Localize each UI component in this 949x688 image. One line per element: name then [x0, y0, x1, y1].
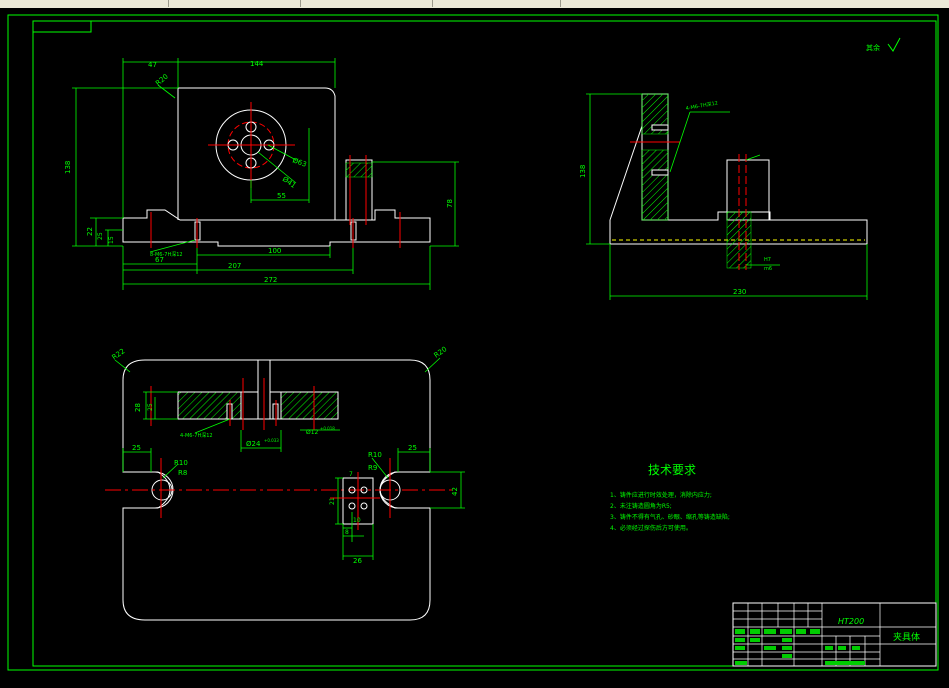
top-dim-phi24: Ø24	[246, 440, 261, 448]
toolbar-segment[interactable]	[302, 0, 433, 7]
tech-requirements-title: 技术要求	[648, 463, 696, 477]
cad-drawing-canvas[interactable]: 47 144 R20 138 78 22 25 15 Ø63 Ø41 55 10…	[0, 8, 949, 688]
dim-100: 100	[268, 247, 281, 255]
tech-requirement-item: 2、未注铸造圆角为R5;	[610, 502, 672, 510]
tech-requirement-item: 3、铸件不得有气孔、砂眼、缩孔等铸造缺陷;	[610, 513, 730, 521]
top-dim-r8: R8	[178, 469, 187, 477]
side-dim-138: 138	[579, 165, 587, 178]
dim-144: 144	[250, 60, 264, 68]
toolbar-segment[interactable]	[0, 0, 169, 7]
tech-requirement-item: 4、必须经过探伤后方可使用。	[610, 524, 692, 532]
dim-138: 138	[64, 161, 72, 174]
top-dim-r10-right: R10	[368, 451, 382, 459]
title-block: HT200 夹具体	[732, 602, 937, 667]
dim-phi41: Ø41	[281, 175, 297, 190]
sheet-frame	[7, 14, 939, 671]
dim-55: 55	[277, 192, 286, 200]
roughness-label: 其余	[866, 43, 880, 52]
side-fit-h7: H7	[764, 257, 771, 263]
top-dim-42: 42	[451, 487, 459, 496]
side-screw-note: 4-M6-7H深12	[685, 99, 718, 112]
dim-r20: R20	[154, 73, 170, 88]
top-dim-phi24-tol: +0.033	[264, 438, 279, 443]
front-view: 47 144 R20 138 78 22 25 15 Ø63 Ø41 55 10…	[64, 58, 459, 290]
tech-requirement-item: 1、铸件应进行时效处理，消除内应力;	[610, 491, 712, 499]
dim-272: 272	[264, 276, 277, 284]
title-block-material: HT200	[838, 617, 864, 626]
side-dim-230: 230	[733, 288, 746, 296]
side-view: 138 230 4-M6-7H深12 H7 m6	[579, 93, 868, 300]
top-dim-25: 25	[147, 403, 154, 411]
dim-47: 47	[148, 61, 157, 69]
top-view: R22 R20 28 25 4-M6-7H深12 Ø24 +0.033 Ø12 …	[105, 345, 465, 621]
top-dim-phi12-tol: +0.018	[320, 426, 335, 431]
top-dim-21: 21	[329, 497, 336, 505]
top-dim-25-left: 25	[132, 444, 141, 452]
top-dim-10: 10	[353, 517, 361, 524]
dim-207: 207	[228, 262, 241, 270]
tech-requirements: 技术要求 1、铸件应进行时效处理，消除内应力; 2、未注铸造圆角为R5; 3、铸…	[610, 463, 730, 532]
dim-22: 22	[86, 227, 94, 236]
top-dim-26: 26	[353, 557, 362, 565]
toolbar-segment[interactable]	[170, 0, 301, 7]
top-dim-8: 8	[345, 529, 349, 536]
front-screw-note: 8-M6-7H深12	[150, 251, 183, 258]
drawing-svg: 47 144 R20 138 78 22 25 15 Ø63 Ø41 55 10…	[7, 14, 939, 671]
top-dim-phi12: Ø12	[306, 429, 319, 436]
top-dim-25-right: 25	[408, 444, 417, 452]
dim-15: 15	[108, 236, 115, 244]
roughness-symbol: 其余	[866, 37, 901, 52]
top-dim-r22: R22	[111, 347, 127, 361]
dim-phi63: Ø63	[291, 156, 307, 168]
title-block-fields	[735, 629, 865, 665]
top-dim-7: 7	[349, 471, 353, 478]
dim-25: 25	[97, 232, 104, 240]
top-dim-r20: R20	[433, 345, 449, 359]
toolbar-segment[interactable]	[434, 0, 561, 7]
title-block-part-name: 夹具体	[893, 631, 920, 643]
top-dim-r9: R9	[368, 464, 377, 472]
top-screw-note: 4-M6-7H深12	[180, 432, 213, 439]
top-dim-r10-left: R10	[174, 459, 188, 467]
side-fit-m6: m6	[764, 266, 772, 272]
dim-78: 78	[446, 199, 454, 208]
top-dim-28: 28	[134, 403, 142, 412]
